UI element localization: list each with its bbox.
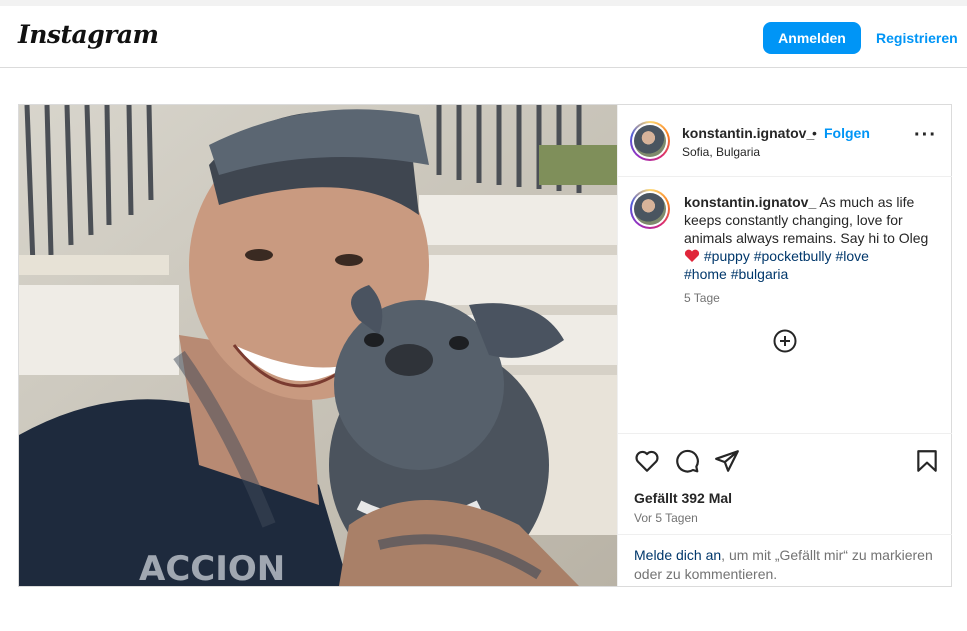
red-heart-emoji — [684, 249, 700, 262]
caption-username[interactable]: konstantin.ignatov_ — [684, 194, 816, 210]
avatar[interactable] — [630, 121, 670, 161]
follow-button[interactable]: Folgen — [824, 125, 870, 141]
login-prompt: Melde dich an, um mit „Gefällt mir“ zu m… — [618, 534, 952, 586]
photo-illustration: ACCION — [19, 105, 617, 586]
heart-icon[interactable] — [634, 448, 660, 474]
login-button[interactable]: Anmelden — [763, 22, 861, 54]
caption-timestamp[interactable]: 5 Tage — [684, 291, 720, 305]
hashtag-home[interactable]: #home — [684, 266, 727, 282]
hashtag-bulgaria[interactable]: #bulgaria — [731, 266, 789, 282]
more-options-icon[interactable]: ··· — [914, 125, 936, 149]
likes-count[interactable]: Gefällt 392 Mal — [634, 490, 732, 506]
register-link[interactable]: Registrieren — [876, 30, 958, 46]
hashtag-pocketbully[interactable]: #pocketbully — [754, 248, 832, 264]
top-header: Instagram Anmelden Registrieren — [0, 6, 967, 68]
post-username[interactable]: konstantin.ignatov_ — [682, 125, 814, 141]
caption-avatar[interactable] — [630, 189, 670, 229]
post-date[interactable]: Vor 5 Tagen — [634, 511, 698, 525]
post-caption: konstantin.ignatov_ As much as life keep… — [684, 193, 934, 283]
separator-dot: • — [812, 125, 817, 141]
post-photo[interactable]: ACCION — [19, 105, 617, 586]
plus-circle-icon[interactable] — [772, 328, 798, 354]
post-location[interactable]: Sofia, Bulgaria — [682, 145, 760, 159]
comment-icon[interactable] — [674, 448, 700, 474]
bookmark-icon[interactable] — [914, 448, 940, 474]
post-sidebar: konstantin.ignatov_ • Folgen Sofia, Bulg… — [617, 105, 952, 586]
hashtag-puppy[interactable]: #puppy — [704, 248, 750, 264]
svg-text:ACCION: ACCION — [139, 549, 285, 586]
hashtag-love[interactable]: #love — [835, 248, 868, 264]
instagram-logo[interactable]: Instagram — [18, 20, 159, 49]
action-bar — [618, 433, 952, 481]
post-header: konstantin.ignatov_ • Folgen Sofia, Bulg… — [618, 105, 952, 177]
share-icon[interactable] — [714, 448, 740, 474]
login-prompt-link[interactable]: Melde dich an — [634, 547, 721, 563]
post-card: ACCION konstantin.ignatov_ • Folgen Sofi… — [18, 104, 952, 587]
